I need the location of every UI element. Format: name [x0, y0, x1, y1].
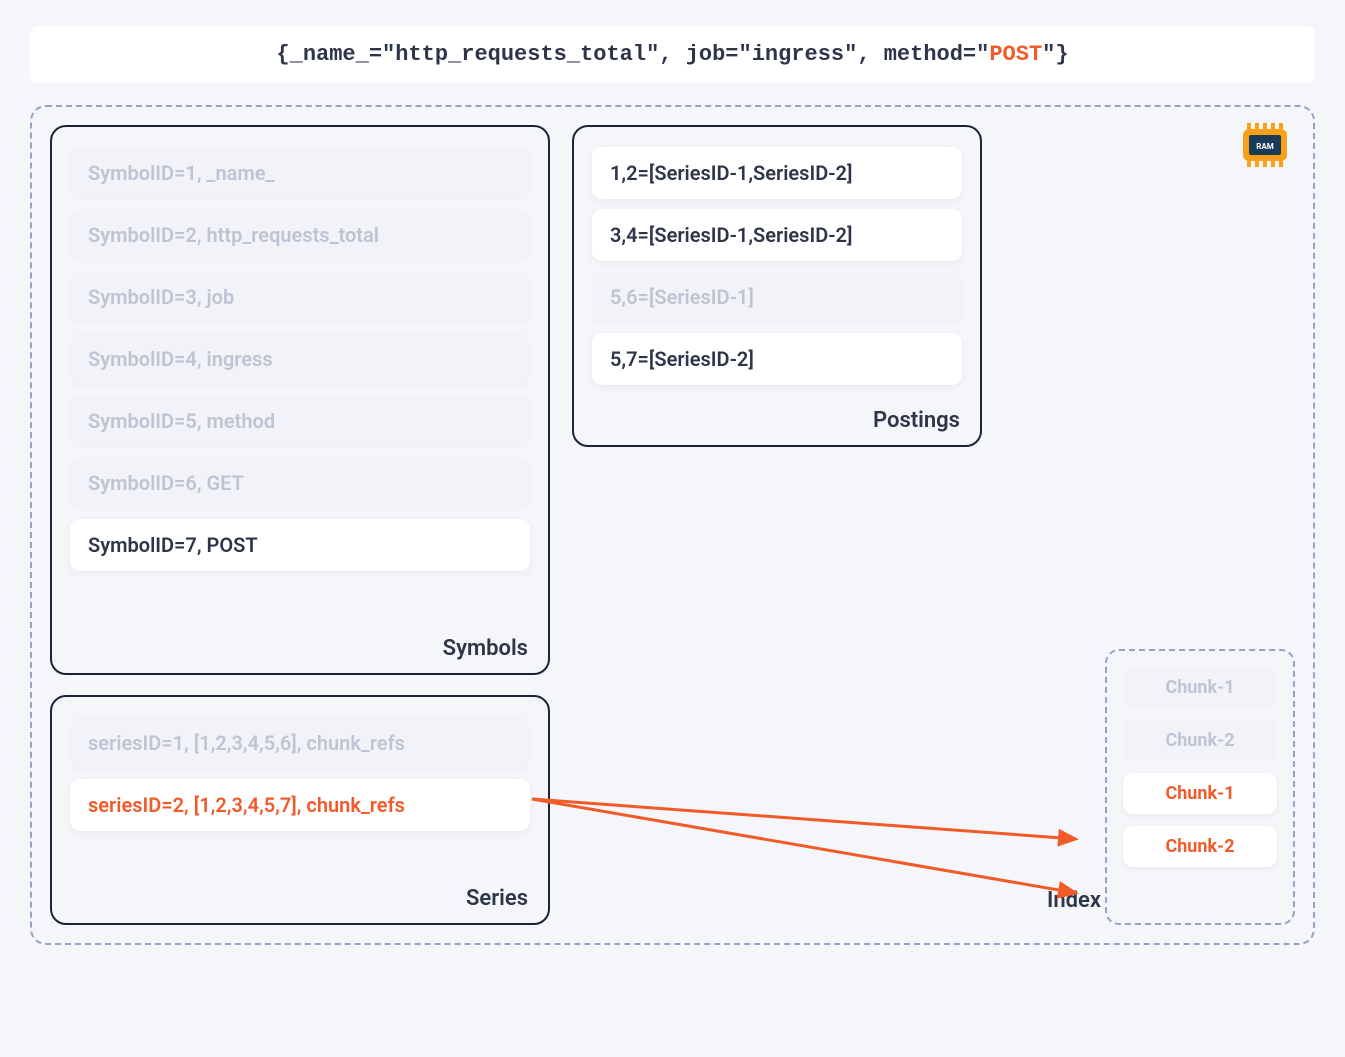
symbol-row: SymbolID=1, _name_: [70, 147, 530, 199]
ram-chip-icon: RAM: [1237, 119, 1293, 175]
series-row: seriesID=2, [1,2,3,4,5,7], chunk_refs: [70, 779, 530, 831]
query-prefix: {_name_="http_requests_total", job="ingr…: [276, 42, 989, 67]
symbol-row: SymbolID=4, ingress: [70, 333, 530, 385]
chunk-block: Chunk-2: [1123, 720, 1277, 761]
chunk-block: Chunk-2: [1123, 826, 1277, 867]
series-panel: seriesID=1, [1,2,3,4,5,6], chunk_refs se…: [50, 695, 550, 925]
symbol-row: SymbolID=3, job: [70, 271, 530, 323]
symbol-row: SymbolID=7, POST: [70, 519, 530, 571]
postings-label: Postings: [873, 408, 960, 433]
posting-row: 5,6=[SeriesID-1]: [592, 271, 962, 323]
series-row: seriesID=1, [1,2,3,4,5,6], chunk_refs: [70, 717, 530, 769]
series-label: Series: [466, 886, 528, 911]
query-highlight: POST: [989, 42, 1042, 67]
chunk-block: Chunk-1: [1123, 667, 1277, 708]
posting-row: 1,2=[SeriesID-1,SeriesID-2]: [592, 147, 962, 199]
outer-container: RAM SymbolID=1, _name_ SymbolID=2, http_…: [30, 105, 1315, 945]
query-bar: {_name_="http_requests_total", job="ingr…: [30, 26, 1315, 83]
symbols-label: Symbols: [443, 636, 528, 661]
posting-row: 5,7=[SeriesID-2]: [592, 333, 962, 385]
symbol-row: SymbolID=5, method: [70, 395, 530, 447]
posting-row: 3,4=[SeriesID-1,SeriesID-2]: [592, 209, 962, 261]
symbols-panel: SymbolID=1, _name_ SymbolID=2, http_requ…: [50, 125, 550, 675]
symbol-row: SymbolID=6, GET: [70, 457, 530, 509]
postings-panel: 1,2=[SeriesID-1,SeriesID-2] 3,4=[SeriesI…: [572, 125, 982, 447]
index-label: Index: [1047, 888, 1101, 913]
query-suffix: "}: [1042, 42, 1068, 67]
symbol-row: SymbolID=2, http_requests_total: [70, 209, 530, 261]
chunk-block: Chunk-1: [1123, 773, 1277, 814]
index-panel: Chunk-1 Chunk-2 Chunk-1 Chunk-2 Index: [1105, 649, 1295, 925]
svg-text:RAM: RAM: [1256, 142, 1274, 151]
